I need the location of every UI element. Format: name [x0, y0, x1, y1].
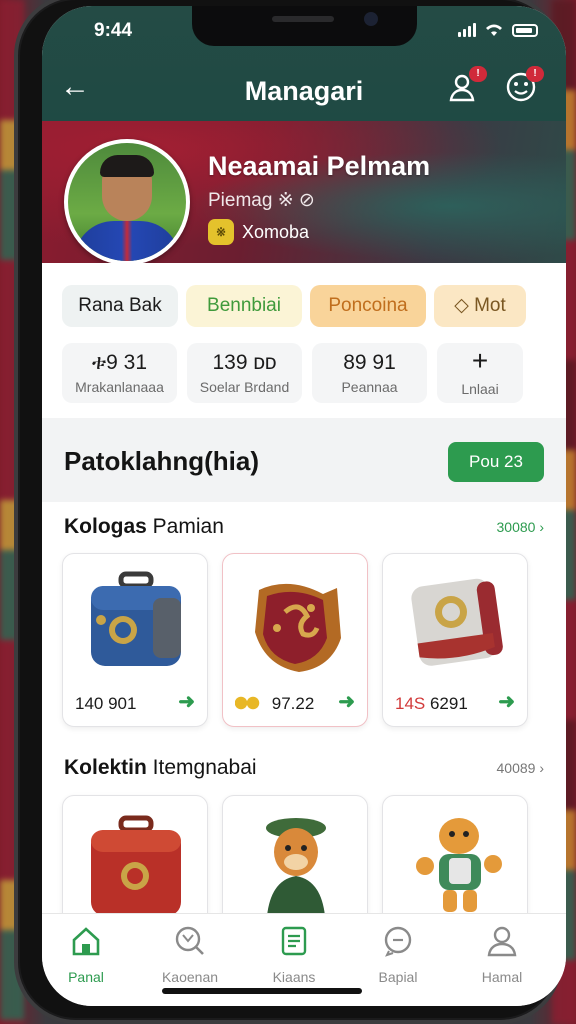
stat-value: 139 ᴅᴅ: [212, 351, 277, 374]
price-value: 97.22: [271, 694, 315, 713]
row-title-bold: Kolektin: [64, 756, 147, 779]
stat-label: Peannaa: [341, 379, 398, 395]
profile-subtitle: Piemag ※ ⊘: [208, 190, 315, 211]
section-title: Patoklahng(hia): [64, 446, 260, 476]
stat-card[interactable]: 89 91 Peannaa: [312, 343, 427, 403]
tab-panal[interactable]: Panal: [42, 924, 138, 985]
price-tag: 14S: [395, 694, 426, 713]
chip-mot[interactable]: ◇ Mot: [434, 285, 526, 327]
row-title-rest: Itemgnabai: [146, 756, 257, 779]
main-content: Rana Bak Bennbiai Poncoina ◇ Mot ቱ9 31 M…: [42, 263, 566, 925]
status-time: 9:44: [94, 20, 133, 41]
signal-icon: [458, 23, 476, 37]
item-card-grey-bag[interactable]: 14S 6291 ➜: [382, 553, 528, 727]
notifications-button[interactable]: !: [447, 66, 487, 104]
app-bar: ← Managari ! !: [42, 64, 566, 114]
item-price: 97.22: [235, 694, 314, 714]
chip-bennbiai[interactable]: Bennbiai: [186, 285, 302, 327]
price-value: 6291: [425, 694, 468, 713]
arrow-right-icon[interactable]: ➜: [338, 689, 355, 714]
tab-label: Hamal: [481, 969, 523, 985]
fox-icon: [266, 818, 326, 916]
list-icon: [281, 926, 307, 956]
coins-icon: [235, 696, 267, 710]
page-title: Managari: [244, 76, 364, 106]
stat-label: Mrakanlanaaa: [75, 379, 164, 395]
row-see-all-link[interactable]: 30080 ›: [497, 519, 544, 535]
profile-menu-button[interactable]: !: [504, 66, 544, 104]
chat-icon: [384, 926, 412, 957]
tab-bapial[interactable]: Bapial: [346, 924, 450, 985]
stat-label: Lnlaai: [461, 381, 499, 397]
item-price: 140 901: [75, 694, 136, 714]
stat-card[interactable]: ቱ9 31 Mrakanlanaaa: [62, 343, 177, 403]
row-see-all-link[interactable]: 40089 ›: [497, 760, 544, 776]
chip-rana-bak[interactable]: Rana Bak: [62, 285, 178, 327]
app-screen: 9:44 ← Managari ! ! Neaamai Pelmam Piema…: [42, 6, 566, 1006]
notch: [192, 6, 417, 46]
item-price: 14S 6291: [395, 694, 468, 714]
avatar[interactable]: [64, 139, 190, 265]
item-card-fox-figure[interactable]: [222, 795, 368, 925]
phone-frame: 9:44 ← Managari ! ! Neaamai Pelmam Piema…: [14, 0, 566, 1024]
row-title-2: Kolektin Itemgnabai: [64, 756, 257, 780]
section-action-button[interactable]: Pou 23: [448, 442, 544, 482]
backpack-icon: [91, 571, 181, 666]
item-card-blue-backpack[interactable]: 140 901 ➜: [62, 553, 208, 727]
add-stat-button[interactable]: + Lnlaai: [437, 343, 523, 403]
tab-label: Kiaans: [272, 969, 316, 985]
coin-label: Xomoba: [242, 221, 310, 242]
coin-icon: ※: [208, 219, 234, 245]
chip-poncoina[interactable]: Poncoina: [310, 285, 426, 327]
status-icons: [458, 22, 538, 38]
item-card-red-backpack[interactable]: [62, 795, 208, 925]
bag-icon: [411, 578, 503, 666]
row-title-bold: Kologas: [64, 515, 147, 538]
row-title-rest: Pamian: [146, 515, 224, 538]
filter-chips: Rana Bak Bennbiai Poncoina ◇ Mot: [62, 285, 526, 327]
tab-hamal[interactable]: Hamal: [450, 924, 554, 985]
tiger-icon: [416, 818, 502, 912]
notification-badge: !: [469, 66, 487, 82]
stat-label: Soelar Brdand: [199, 379, 290, 395]
wifi-icon: [486, 24, 502, 36]
tab-kaoenan[interactable]: Kaoenan: [138, 924, 242, 985]
battery-icon: [512, 23, 538, 37]
tab-label: Kaoenan: [161, 969, 219, 985]
user-icon: [487, 926, 517, 957]
tab-kiaans[interactable]: Kiaans: [242, 924, 346, 985]
row-title-1: Kologas Pamian: [64, 515, 224, 539]
stat-value: 89 91: [343, 351, 396, 374]
home-indicator[interactable]: [162, 988, 362, 994]
profile-coin-row: ※ Xomoba: [208, 219, 309, 245]
shield-icon: [255, 583, 341, 672]
stat-value: ቱ9 31: [91, 351, 148, 374]
profile-banner: Neaamai Pelmam Piemag ※ ⊘ ※ Xomoba: [42, 121, 566, 265]
stats-row: ቱ9 31 Mrakanlanaaa 139 ᴅᴅ Soelar Brdand …: [62, 343, 523, 403]
plus-icon: +: [471, 345, 489, 376]
home-icon: [72, 927, 100, 956]
search-icon: [175, 926, 204, 955]
section-header: Patoklahng(hia) Pou 23: [42, 418, 566, 502]
arrow-right-icon[interactable]: ➜: [178, 689, 195, 714]
tab-label: Panal: [68, 969, 104, 985]
stat-card[interactable]: 139 ᴅᴅ Soelar Brdand: [187, 343, 302, 403]
price-value: 140 901: [75, 694, 137, 713]
arrow-right-icon[interactable]: ➜: [498, 689, 515, 714]
profile-badge: !: [526, 66, 544, 82]
item-card-tiger-mascot[interactable]: [382, 795, 528, 925]
item-card-crest-shield[interactable]: 97.22 ➜: [222, 553, 368, 727]
profile-name: Neaamai Pelmam: [208, 151, 431, 181]
backpack-icon: [91, 815, 181, 916]
tab-label: Bapial: [378, 969, 418, 985]
